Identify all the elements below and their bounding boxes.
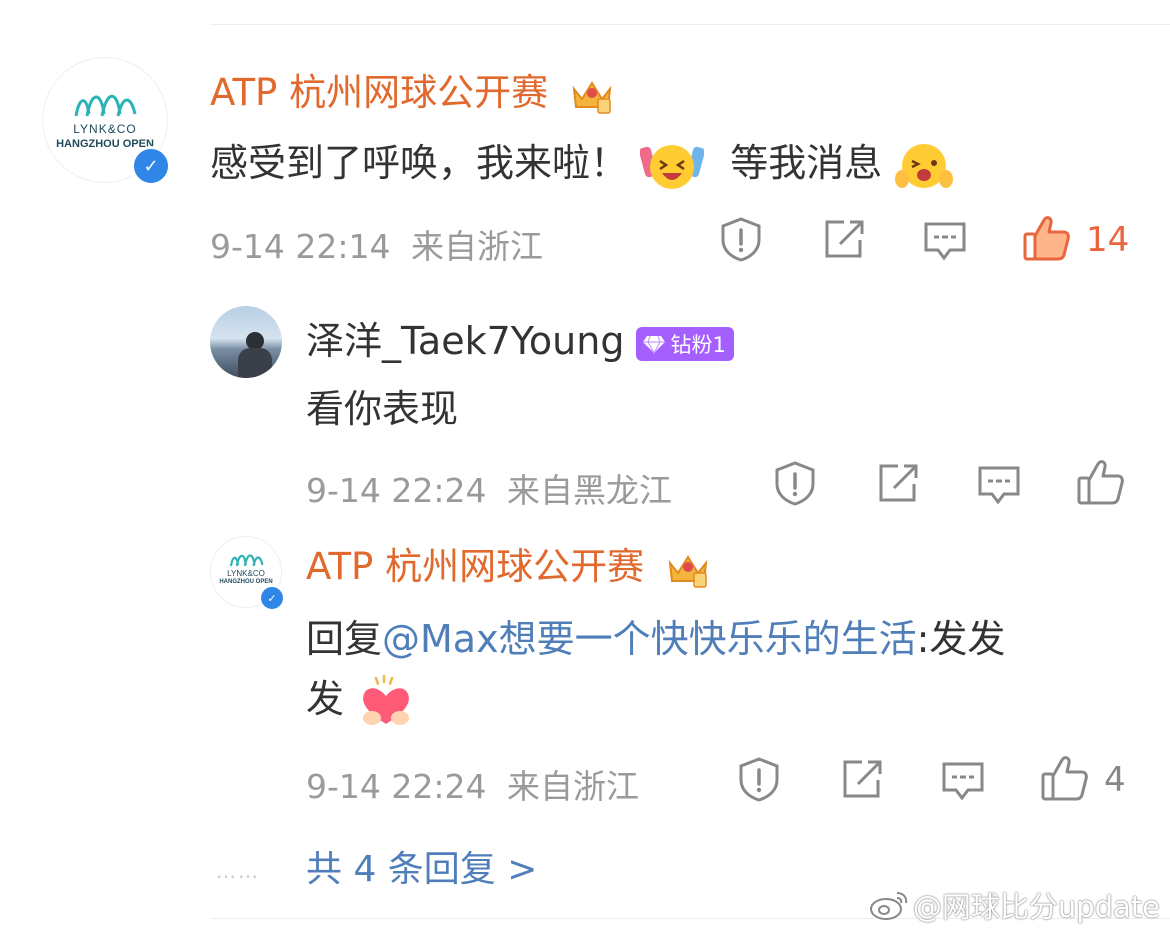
reply-text: 回复@Max想要一个快快乐乐的生活:发发 bbox=[306, 608, 1005, 663]
share-icon[interactable] bbox=[822, 218, 866, 260]
comment-icon[interactable] bbox=[940, 760, 986, 802]
comment-author-name: ATP 杭州网球公开赛 bbox=[210, 71, 549, 114]
share-icon[interactable] bbox=[876, 462, 920, 504]
reply-time: 9-14 22:24 bbox=[306, 767, 487, 806]
heart-hands-emoji-icon bbox=[363, 674, 410, 725]
avatar-logo-line1: LYNK&CO bbox=[227, 569, 265, 578]
comment-author[interactable]: ATP 杭州网球公开赛 bbox=[210, 62, 614, 116]
comment-icon[interactable] bbox=[922, 220, 968, 262]
comment-meta: 9-14 22:14 来自浙江 bbox=[210, 220, 543, 268]
report-icon[interactable] bbox=[719, 216, 763, 262]
wink-emoji-icon bbox=[895, 143, 954, 188]
crown-icon bbox=[668, 554, 708, 588]
verified-icon: ✓ bbox=[131, 146, 171, 186]
avatar-photo-body bbox=[238, 348, 272, 378]
verified-icon: ✓ bbox=[259, 585, 285, 611]
reply-avatar[interactable] bbox=[210, 306, 282, 378]
fan-level-badge-label: 钻粉1 bbox=[670, 332, 726, 357]
avatar[interactable]: LYNK&CO HANGZHOU OPEN ✓ bbox=[42, 57, 171, 186]
reply-author-name: ATP 杭州网球公开赛 bbox=[306, 545, 645, 588]
comment-text: 感受到了呼唤，我来啦！ 等我消息 bbox=[210, 132, 954, 193]
top-divider bbox=[210, 24, 1170, 25]
hangzhou-open-logo-icon bbox=[74, 94, 137, 117]
hangzhou-open-logo-icon bbox=[229, 554, 264, 567]
reply-time: 9-14 22:24 bbox=[306, 471, 487, 510]
reply-location: 来自黑龙江 bbox=[507, 471, 672, 510]
comment-text-tail: 等我消息 bbox=[730, 141, 883, 185]
watermark: @网球比分update bbox=[869, 884, 1160, 926]
reply-avatar[interactable]: LYNK&CO HANGZHOU OPEN ✓ bbox=[210, 536, 285, 611]
comment-text-main: 感受到了呼唤，我来啦！ bbox=[210, 141, 629, 185]
cheering-emoji-icon bbox=[640, 144, 705, 189]
fan-level-badge: 钻粉1 bbox=[636, 326, 734, 361]
reply-author[interactable]: ATP 杭州网球公开赛 bbox=[306, 536, 710, 590]
share-icon[interactable] bbox=[840, 758, 884, 800]
reply-author-name: 泽洋_Taek7Young bbox=[306, 319, 625, 363]
reply-location: 来自浙江 bbox=[507, 767, 639, 806]
reply-text-line2: 发 bbox=[306, 668, 416, 730]
like-count: 14 bbox=[1086, 220, 1130, 260]
watermark-text: @网球比分update bbox=[912, 890, 1160, 924]
report-icon[interactable] bbox=[773, 460, 817, 506]
like-icon-active[interactable] bbox=[1022, 214, 1072, 262]
reply-text-line2-text: 发 bbox=[306, 677, 345, 721]
comment-location: 来自浙江 bbox=[411, 227, 543, 266]
reply-meta: 9-14 22:24 来自黑龙江 bbox=[306, 464, 672, 512]
mention-link[interactable]: @Max想要一个快快乐乐的生活 bbox=[382, 617, 917, 661]
like-count: 4 bbox=[1104, 760, 1126, 800]
comment-icon[interactable] bbox=[976, 464, 1022, 506]
reply-text: 看你表现 bbox=[306, 387, 459, 431]
report-icon[interactable] bbox=[737, 756, 781, 802]
reply-meta: 9-14 22:24 来自浙江 bbox=[306, 760, 639, 808]
like-icon[interactable] bbox=[1076, 458, 1126, 506]
avatar-logo-line1: LYNK&CO bbox=[73, 122, 137, 136]
comment-time: 9-14 22:14 bbox=[210, 227, 391, 266]
reply-text-suffix: :发发 bbox=[916, 617, 1006, 661]
like-icon[interactable] bbox=[1040, 754, 1090, 802]
more-replies-link[interactable]: 共 4 条回复 > bbox=[306, 840, 537, 892]
reply-author[interactable]: 泽洋_Taek7Young 钻粉1 bbox=[306, 310, 734, 365]
diamond-icon bbox=[643, 335, 666, 354]
crown-icon bbox=[572, 80, 612, 114]
reply-prefix: 回复 bbox=[306, 617, 383, 661]
weibo-logo-icon bbox=[869, 892, 907, 920]
more-replies-dots: …… bbox=[216, 859, 260, 883]
